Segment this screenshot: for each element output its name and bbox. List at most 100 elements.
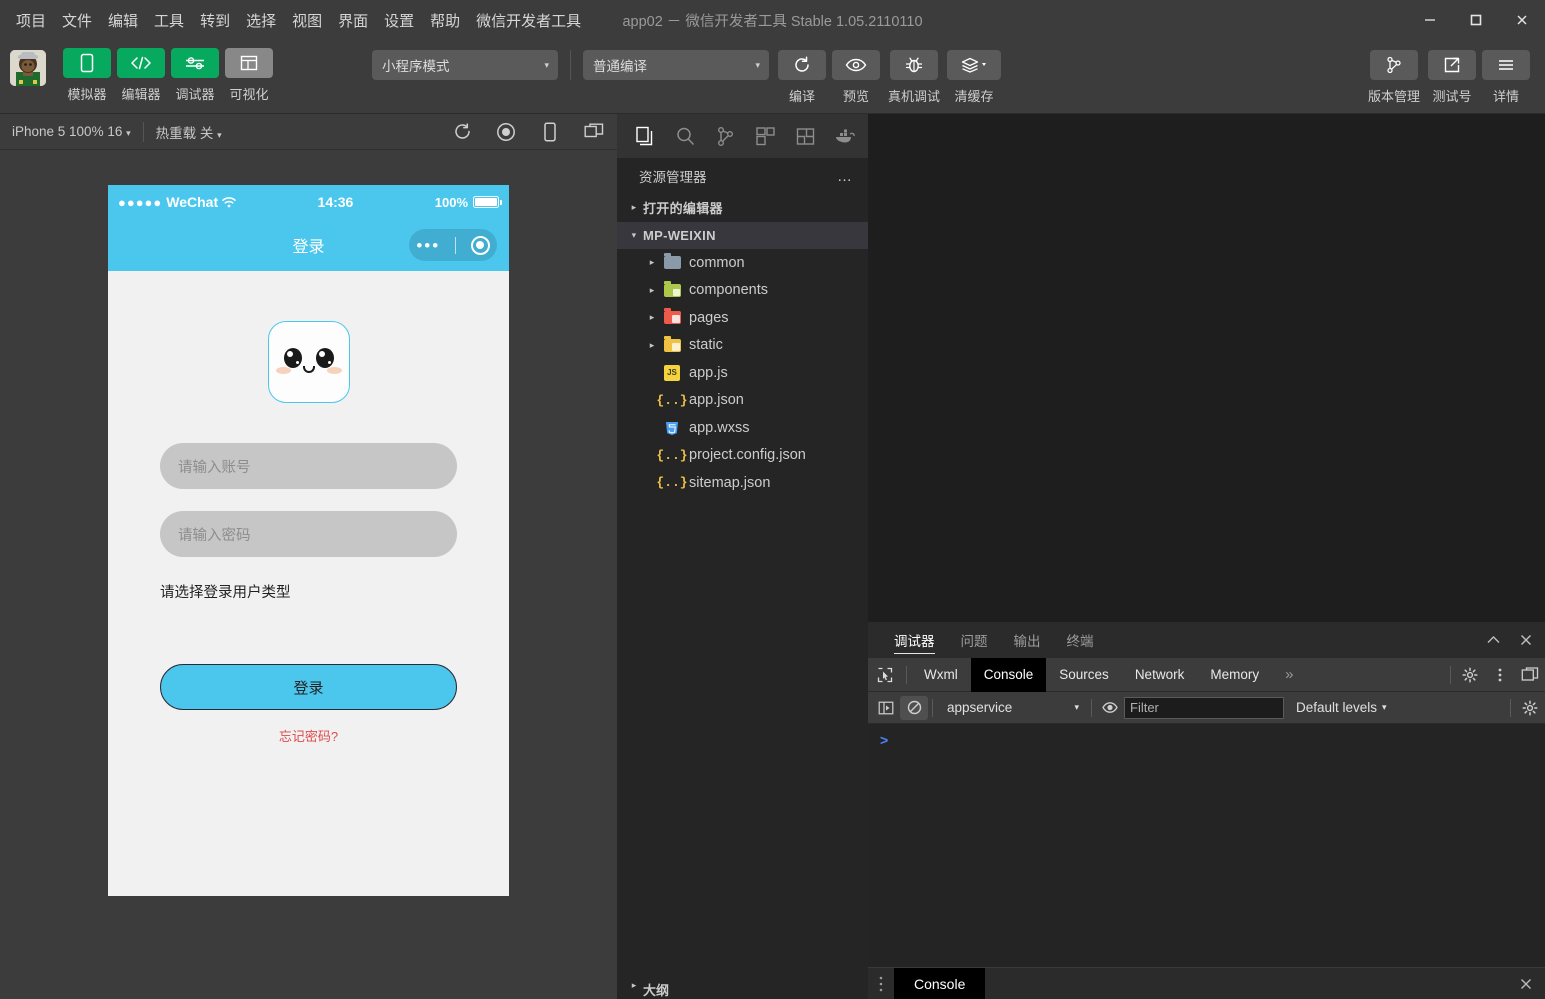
toolbar-button-debugger[interactable]: 调试器 [168,48,222,103]
console-filter-input[interactable] [1124,696,1284,719]
console-levels-select[interactable]: Default levels ▾ [1296,700,1387,715]
chevron-down-icon: ▾ [755,59,760,70]
compile-type-select[interactable]: 普通编译 ▾ [583,50,769,80]
menu-item-settings[interactable]: 设置 [376,6,422,35]
menu-item-goto[interactable]: 转到 [192,6,238,35]
drag-handle-icon[interactable] [868,975,894,993]
console-prompt-row[interactable]: > [880,730,1545,750]
explorer-more-icon[interactable]: … [837,168,854,185]
devtools-tab-sources[interactable]: Sources [1046,658,1122,692]
toolbar-button-simulator[interactable]: 模拟器 [60,48,114,103]
wechat-capsule-menu[interactable]: ••• [409,229,497,261]
tree-item-app-js[interactable]: JS app.js [617,359,868,387]
menu-item-project[interactable]: 项目 [8,6,54,35]
menu-item-file[interactable]: 文件 [54,6,100,35]
phone-status-bar: ●●●●● WeChat 14:36 100% [108,185,509,219]
menu-item-edit[interactable]: 编辑 [100,6,146,35]
tree-item-common[interactable]: ▸ common [617,249,868,277]
menu-item-tools[interactable]: 工具 [146,6,192,35]
clear-console-icon[interactable] [900,695,928,720]
tree-item-pages-label: pages [689,309,729,326]
tree-item-project-config-json[interactable]: {..} project.config.json [617,442,868,470]
close-icon[interactable] [1519,633,1533,647]
bottom-tab-console[interactable]: Console [894,967,986,999]
console-context-select[interactable]: appservice ▾ [937,696,1087,720]
devtools-tab-memory-label: Memory [1210,667,1260,682]
toolbar-button-version-control[interactable]: 版本管理 [1363,50,1425,105]
toolbar-button-test-account[interactable]: 测试号 [1425,50,1479,105]
tree-section-outline[interactable]: ▸ 大纲 [617,980,868,999]
settings-gear-icon[interactable] [1515,691,1545,725]
menu-item-devtools[interactable]: 微信开发者工具 [468,6,589,35]
logo-blush-left [275,367,291,374]
tree-item-sitemap-json[interactable]: {..} sitemap.json [617,469,868,497]
close-button[interactable] [1499,0,1545,40]
hot-reload-select[interactable]: 热重载 关 ▾ [144,122,234,142]
tree-item-app-json[interactable]: {..} app.json [617,387,868,415]
compile-type-value: 普通编译 [593,59,647,74]
devtools-tab-network[interactable]: Network [1122,658,1198,692]
tree-item-components[interactable]: ▸ components [617,277,868,305]
menu-item-view[interactable]: 视图 [284,6,330,35]
source-control-icon[interactable] [705,116,745,156]
account-input[interactable]: 请输入账号 [160,443,457,489]
search-icon[interactable] [665,116,705,156]
toolbar-button-compile[interactable]: 编译 [775,50,829,105]
devtools-tabs-more-icon[interactable]: » [1272,658,1306,692]
menu-item-help[interactable]: 帮助 [422,6,468,35]
tree-item-components-label: components [689,282,768,299]
toolbar-button-details[interactable]: 详情 [1479,50,1533,105]
panel-tab-terminal[interactable]: 终端 [1067,622,1094,658]
maximize-button[interactable] [1453,0,1499,40]
dock-icon[interactable] [1515,658,1545,692]
devtools-tab-wxml[interactable]: Wxml [911,658,971,692]
toolbar-button-clear-cache[interactable]: 清缓存 [945,50,1003,105]
menu-item-interface[interactable]: 界面 [330,6,376,35]
toolbar-button-preview[interactable]: 预览 [829,50,883,105]
devtools-tab-memory[interactable]: Memory [1197,658,1272,692]
tree-item-pages[interactable]: ▸ pages [617,304,868,332]
menu-item-select[interactable]: 选择 [238,6,284,35]
layout-panel-icon[interactable] [785,116,825,156]
docker-whale-icon[interactable] [825,116,865,156]
files-icon[interactable] [625,116,665,156]
folder-icon [661,253,683,272]
toolbar-button-editor[interactable]: 编辑器 [114,48,168,103]
chevron-up-icon[interactable] [1486,634,1501,646]
forgot-password-link[interactable]: 忘记密码? [108,726,509,745]
mode-select[interactable]: 小程序模式 ▾ [372,50,558,80]
simulator-phone-rotate-icon[interactable] [537,119,563,145]
live-expression-icon[interactable] [1096,696,1124,720]
console-sidebar-icon[interactable] [872,696,900,720]
chevron-down-icon: ▾ [631,229,637,240]
tree-item-static[interactable]: ▸ static [617,332,868,360]
console-bar-divider-3 [1510,698,1511,717]
toolbar-left-group: 模拟器 编辑器 调试器 可视化 [60,48,276,103]
panel-tab-output[interactable]: 输出 [1014,622,1041,658]
devtools-tab-console[interactable]: Console [970,657,1047,692]
toolbar-label-editor: 编辑器 [121,87,161,102]
tree-section-open-editors[interactable]: ▸ 打开的编辑器 [617,194,868,222]
simulator-record-icon[interactable] [493,119,519,145]
password-input[interactable]: 请输入密码 [160,511,457,557]
bottom-close-icon[interactable] [1519,977,1533,991]
console-output[interactable]: > [868,724,1545,939]
toolbar-button-visualize[interactable]: 可视化 [222,48,276,103]
inspect-cursor-icon[interactable] [868,667,902,683]
panel-tab-debugger[interactable]: 调试器 [894,622,935,658]
tree-item-app-wxss[interactable]: app.wxss [617,414,868,442]
toolbar-action-group: 编译 预览 真机调试 清缓存 [775,50,1003,105]
minimize-button[interactable] [1407,0,1453,40]
tree-section-mp-weixin[interactable]: ▾ MP-WEIXIN [617,221,868,249]
login-button[interactable]: 登录 [160,664,457,710]
settings-gear-icon[interactable] [1455,658,1485,692]
simulator-refresh-icon[interactable] [449,119,475,145]
tree-item-static-label: static [689,337,723,354]
extensions-icon[interactable] [745,116,785,156]
device-select[interactable]: iPhone 5 100% 16 ▾ [0,124,143,139]
simulator-multi-window-icon[interactable] [581,119,607,145]
toolbar-button-remote-debug[interactable]: 真机调试 [883,50,945,105]
user-avatar[interactable] [10,50,46,86]
panel-tab-problems[interactable]: 问题 [961,622,988,658]
more-vertical-icon[interactable] [1485,658,1515,692]
